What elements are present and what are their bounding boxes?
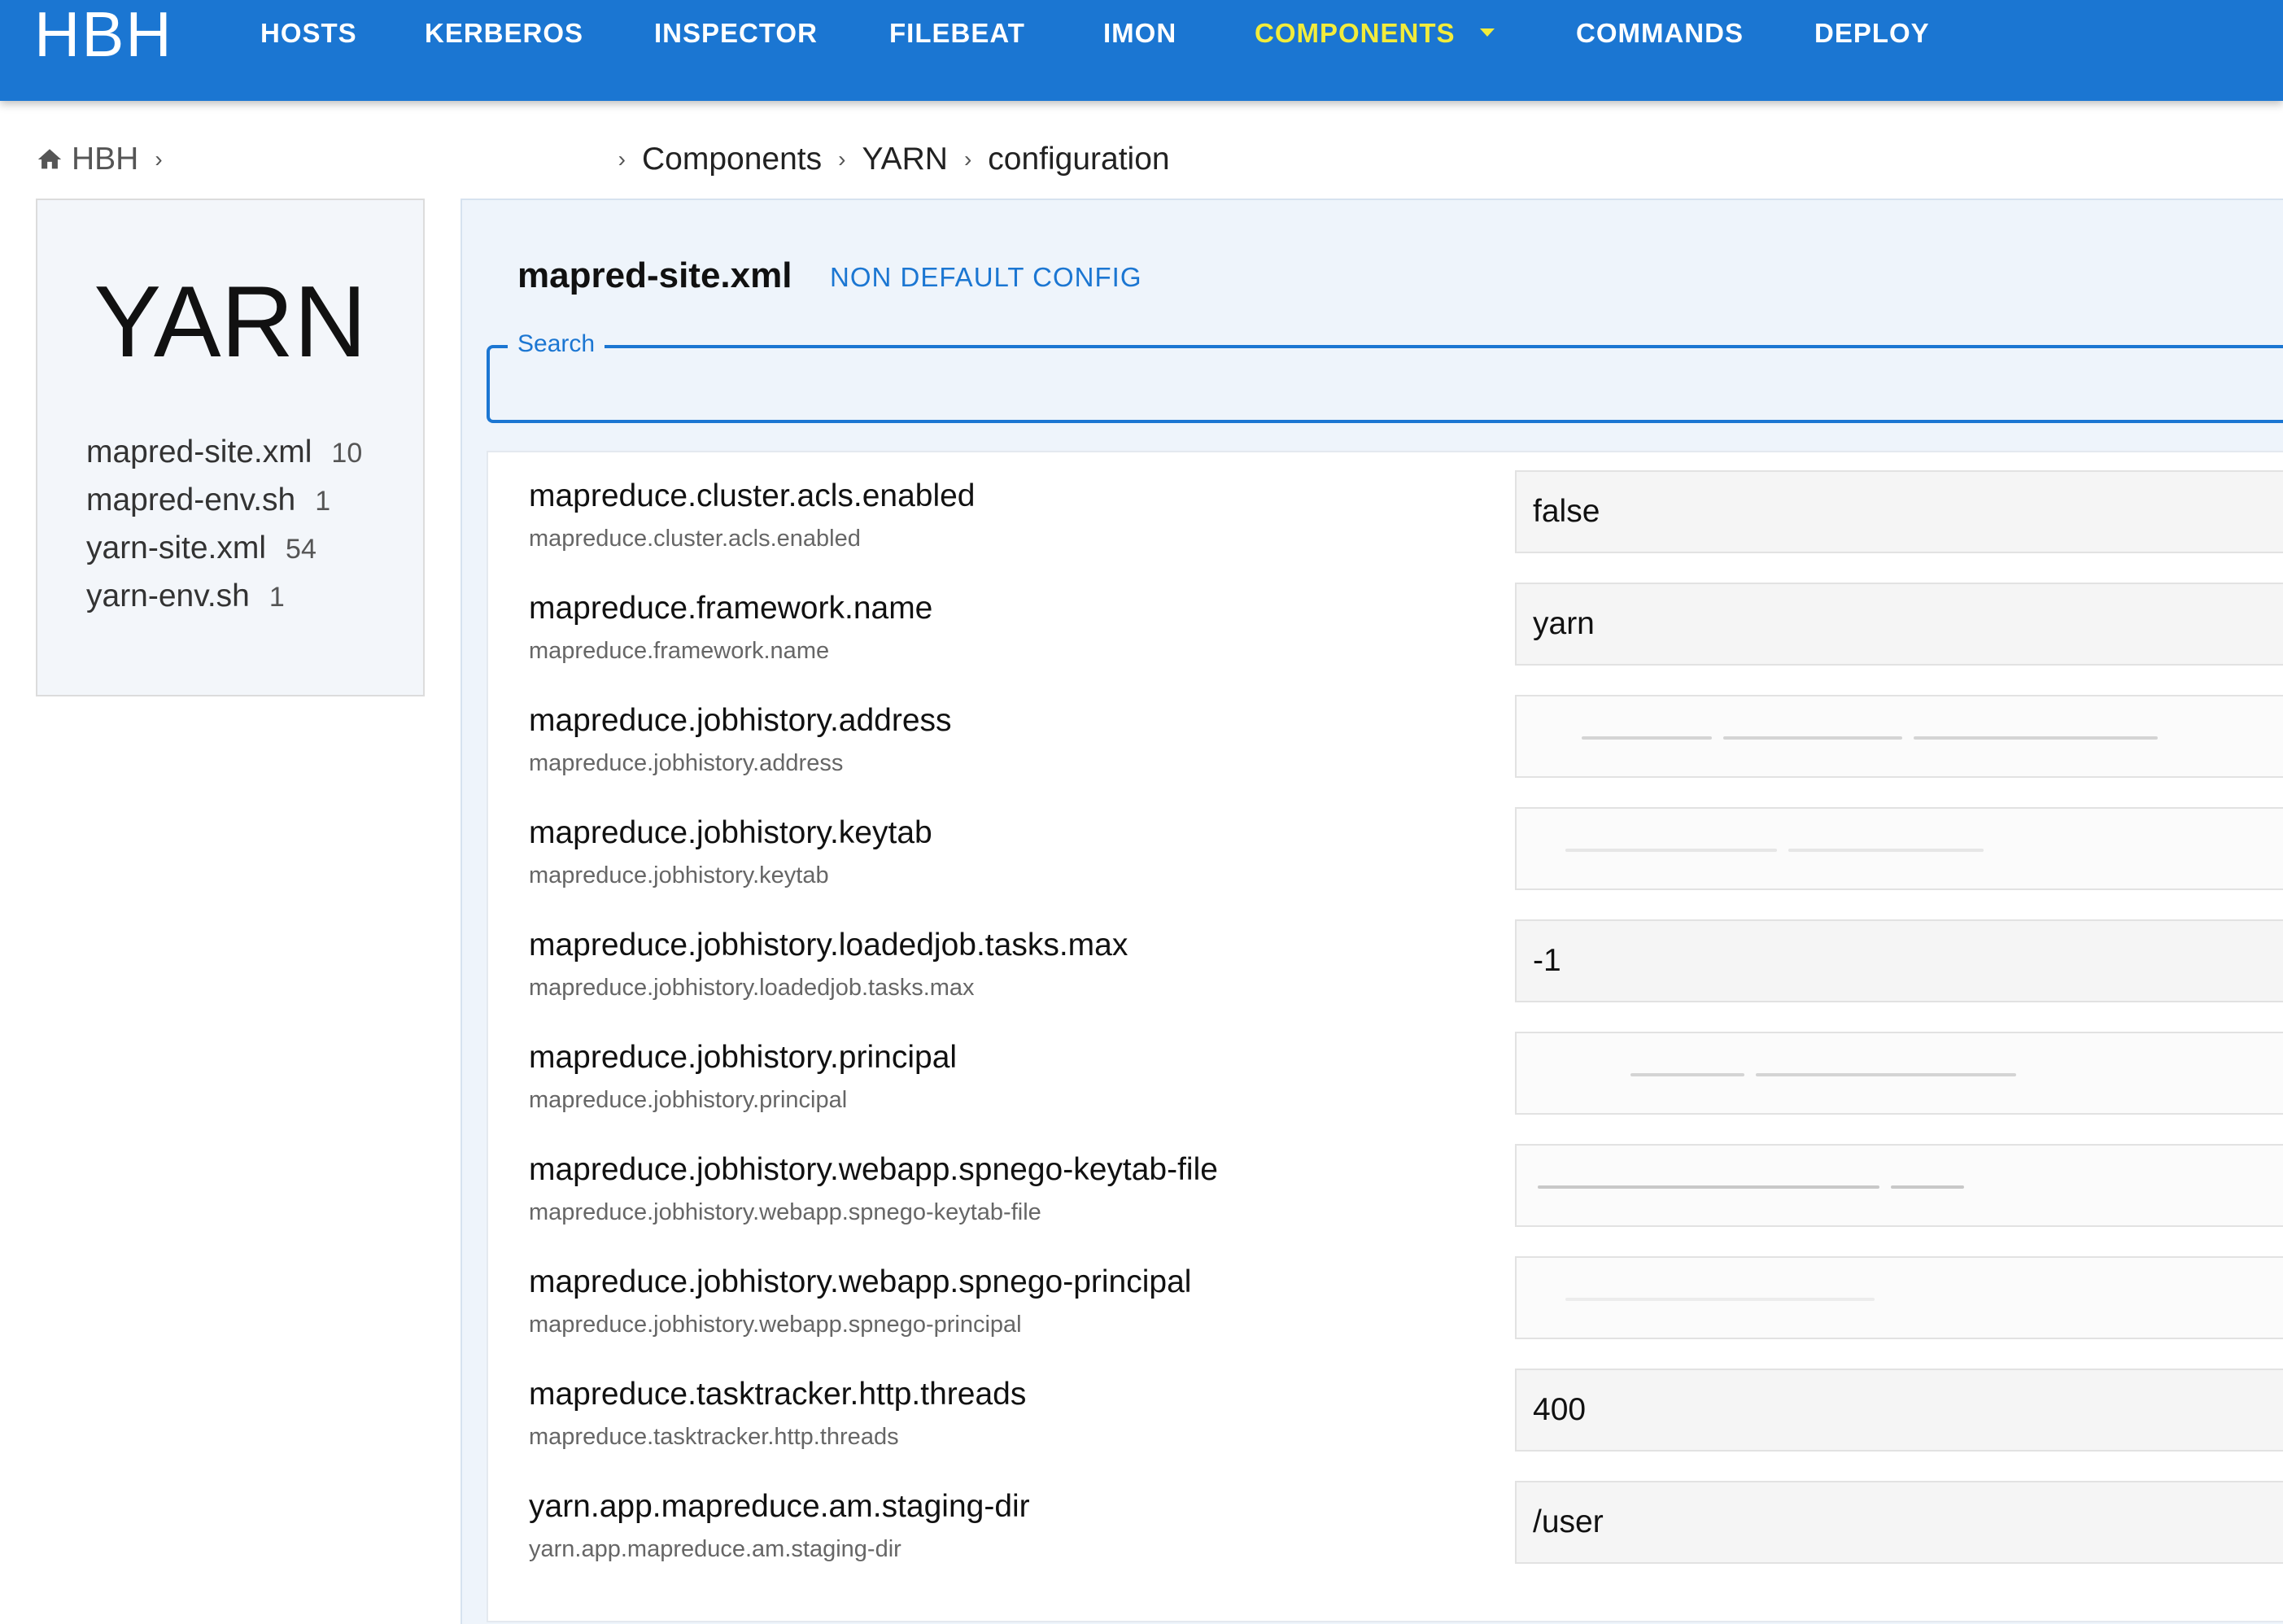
- config-row: mapreduce.cluster.acls.enabled mapreduce…: [488, 459, 2283, 571]
- breadcrumb-separator: ›: [618, 146, 626, 172]
- nav-hosts[interactable]: HOSTS: [260, 15, 357, 52]
- config-name: mapreduce.jobhistory.keytab: [529, 815, 932, 850]
- config-name: mapreduce.jobhistory.webapp.spnego-keyta…: [529, 1152, 1218, 1187]
- file-name: yarn-env.sh: [86, 578, 250, 613]
- redacted-text: [1538, 1185, 1879, 1189]
- redacted-text: [1723, 736, 1902, 740]
- config-name: mapreduce.jobhistory.principal: [529, 1040, 958, 1075]
- config-key: mapreduce.jobhistory.webapp.spnego-princ…: [529, 1312, 1022, 1338]
- config-key: mapreduce.jobhistory.principal: [529, 1087, 848, 1113]
- breadcrumb-components[interactable]: Components: [642, 142, 822, 177]
- config-name: yarn.app.mapreduce.am.staging-dir: [529, 1489, 1030, 1524]
- config-row: mapreduce.jobhistory.keytab mapreduce.jo…: [488, 796, 2283, 908]
- nav-kerberos[interactable]: KERBEROS: [425, 15, 583, 52]
- top-nav-bar: HBH HOSTS KERBEROS INSPECTOR FILEBEAT IM…: [0, 0, 2283, 101]
- redacted-text: [1582, 736, 1712, 740]
- config-row: yarn.app.mapreduce.am.staging-dir yarn.a…: [488, 1469, 2283, 1582]
- redacted-text: [1565, 848, 1777, 852]
- file-item-yarn-env[interactable]: yarn-env.sh 1: [86, 572, 362, 620]
- redacted-text: [1565, 1297, 1875, 1301]
- file-name: mapred-env.sh: [86, 482, 296, 517]
- file-item-yarn-site[interactable]: yarn-site.xml 54: [86, 524, 362, 572]
- config-row: mapreduce.jobhistory.webapp.spnego-princ…: [488, 1245, 2283, 1357]
- config-row: mapreduce.jobhistory.address mapreduce.j…: [488, 683, 2283, 796]
- caret-down-icon: [1479, 28, 1495, 37]
- config-key: yarn.app.mapreduce.am.staging-dir: [529, 1536, 901, 1562]
- config-value-input-redacted[interactable]: [1515, 807, 2283, 890]
- config-row: mapreduce.framework.name mapreduce.frame…: [488, 571, 2283, 683]
- file-count: 1: [268, 582, 285, 613]
- redacted-text: [1914, 736, 2158, 740]
- nav-inspector[interactable]: INSPECTOR: [654, 15, 818, 52]
- redacted-text: [1788, 848, 1984, 852]
- file-item-mapred-env[interactable]: mapred-env.sh 1: [86, 476, 362, 524]
- config-panel: mapred-site.xml NON DEFAULT CONFIG Searc…: [461, 199, 2283, 1624]
- config-key: mapreduce.framework.name: [529, 638, 830, 664]
- file-name: yarn-site.xml: [86, 530, 267, 565]
- config-row: mapreduce.jobhistory.principal mapreduce…: [488, 1020, 2283, 1133]
- config-name: mapreduce.jobhistory.loadedjob.tasks.max: [529, 928, 1128, 963]
- file-item-mapred-site[interactable]: mapred-site.xml 10: [86, 428, 362, 476]
- config-value-input[interactable]: /user: [1515, 1481, 2283, 1564]
- nav-components-label: COMPONENTS: [1255, 18, 1456, 48]
- redacted-text: [1630, 1072, 1744, 1076]
- breadcrumb-separator: ›: [963, 146, 972, 172]
- breadcrumb-home-label: HBH: [72, 142, 139, 177]
- config-key: mapreduce.jobhistory.keytab: [529, 862, 829, 888]
- config-key: mapreduce.jobhistory.loadedjob.tasks.max: [529, 975, 975, 1001]
- config-row: mapreduce.jobhistory.webapp.spnego-keyta…: [488, 1133, 2283, 1245]
- config-value-input-redacted[interactable]: [1515, 1144, 2283, 1227]
- search-label: Search: [508, 330, 605, 358]
- config-value-input-redacted[interactable]: [1515, 1032, 2283, 1115]
- breadcrumb: HBH › › Components › YARN › configuratio…: [36, 137, 1170, 182]
- breadcrumb-separator: ›: [155, 146, 163, 172]
- config-value-input[interactable]: 400: [1515, 1369, 2283, 1452]
- redacted-text: [1891, 1185, 1964, 1189]
- file-count: 10: [331, 438, 363, 469]
- nav-components[interactable]: COMPONENTS: [1255, 15, 1495, 52]
- home-icon: [37, 149, 62, 169]
- nav-deploy[interactable]: DEPLOY: [1814, 15, 1930, 52]
- config-key: mapreduce.jobhistory.webapp.spnego-keyta…: [529, 1199, 1041, 1225]
- config-value-input[interactable]: -1: [1515, 919, 2283, 1002]
- brand-logo[interactable]: HBH: [34, 2, 173, 67]
- config-name: mapreduce.jobhistory.address: [529, 703, 952, 738]
- config-key: mapreduce.jobhistory.address: [529, 750, 844, 776]
- breadcrumb-configuration: configuration: [988, 142, 1170, 177]
- config-file-title: mapred-site.xml: [517, 255, 792, 295]
- breadcrumb-home[interactable]: HBH: [36, 142, 138, 177]
- breadcrumb-redacted: [179, 143, 602, 176]
- config-row: mapreduce.jobhistory.loadedjob.tasks.max…: [488, 908, 2283, 1020]
- config-key: mapreduce.cluster.acls.enabled: [529, 526, 861, 552]
- nav-filebeat[interactable]: FILEBEAT: [889, 15, 1025, 52]
- nav-imon[interactable]: IMON: [1103, 15, 1176, 52]
- breadcrumb-separator: ›: [838, 146, 846, 172]
- non-default-config-link[interactable]: NON DEFAULT CONFIG: [830, 262, 1142, 293]
- config-file-list: mapred-site.xml 10 mapred-env.sh 1 yarn-si…: [86, 428, 362, 620]
- config-name: mapreduce.jobhistory.webapp.spnego-princ…: [529, 1264, 1192, 1299]
- component-sidebar: YARN mapred-site.xml 10 mapred-env.sh 1 ya…: [36, 199, 425, 696]
- config-value-input-redacted[interactable]: [1515, 695, 2283, 778]
- config-value-input[interactable]: false: [1515, 470, 2283, 553]
- config-name: mapreduce.tasktracker.http.threads: [529, 1377, 1027, 1412]
- config-name: mapreduce.cluster.acls.enabled: [529, 478, 976, 513]
- config-value-input-redacted[interactable]: [1515, 1256, 2283, 1339]
- file-count: 1: [315, 486, 331, 517]
- component-title: YARN: [94, 266, 367, 378]
- config-key: mapreduce.tasktracker.http.threads: [529, 1424, 899, 1450]
- file-count: 54: [286, 534, 316, 565]
- file-name: mapred-site.xml: [86, 434, 312, 469]
- search-field[interactable]: Search: [487, 330, 2283, 423]
- nav-commands[interactable]: COMMANDS: [1576, 15, 1744, 52]
- search-input[interactable]: [514, 365, 2226, 407]
- redacted-text: [1756, 1072, 2016, 1076]
- breadcrumb-yarn[interactable]: YARN: [862, 142, 947, 177]
- config-value-input[interactable]: yarn: [1515, 583, 2283, 666]
- config-list: mapreduce.cluster.acls.enabled mapreduce…: [487, 451, 2283, 1622]
- config-name: mapreduce.framework.name: [529, 591, 933, 626]
- config-row: mapreduce.tasktracker.http.threads mapre…: [488, 1357, 2283, 1469]
